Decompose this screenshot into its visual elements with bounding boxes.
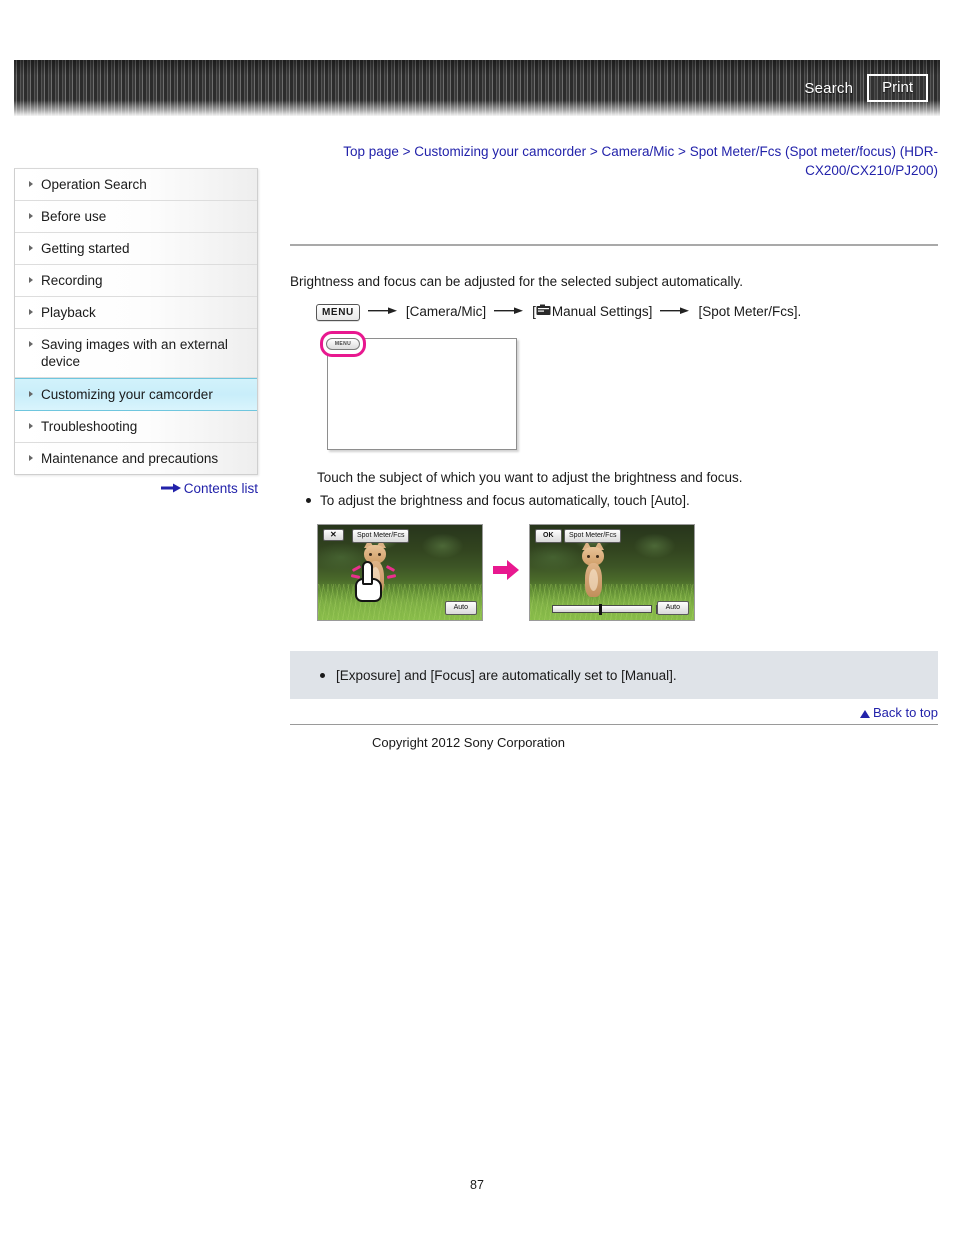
menu-step-camera-mic: [Camera/Mic] bbox=[405, 304, 487, 319]
cat-eye-right bbox=[596, 555, 599, 558]
back-to-top-link[interactable]: Back to top bbox=[873, 705, 938, 720]
cat-eye-left bbox=[587, 555, 590, 558]
footer-divider bbox=[290, 724, 938, 725]
sidebar-item-label: Getting started bbox=[41, 241, 130, 256]
spot-meter-fcs-label: Spot Meter/Fcs bbox=[352, 529, 410, 543]
chevron-right-icon bbox=[29, 423, 33, 429]
chevron-right-icon bbox=[29, 391, 33, 397]
auto-bullet: To adjust the brightness and focus autom… bbox=[304, 491, 938, 510]
arrow-right-icon bbox=[367, 302, 398, 322]
note-box: [Exposure] and [Focus] are automatically… bbox=[290, 651, 938, 699]
sidebar-item-getting-started[interactable]: Getting started bbox=[15, 233, 257, 265]
sidebar-item-playback[interactable]: Playback bbox=[15, 297, 257, 329]
cat-eye-right bbox=[378, 553, 381, 556]
main-content: Brightness and focus can be adjusted for… bbox=[290, 200, 938, 750]
chevron-right-icon bbox=[29, 181, 33, 187]
menu-path-line: MENU [Camera/Mic] [ Manual Settings] [Sp… bbox=[316, 302, 938, 322]
arrow-right-icon bbox=[494, 302, 524, 322]
slider-knob[interactable] bbox=[599, 604, 602, 615]
cat-figure bbox=[582, 541, 604, 599]
sidebar-item-troubleshooting[interactable]: Troubleshooting bbox=[15, 411, 257, 443]
print-button[interactable]: Print bbox=[867, 74, 928, 102]
exposure-slider[interactable] bbox=[552, 604, 652, 615]
sidebar-item-saving-images[interactable]: Saving images with an external device bbox=[15, 329, 257, 378]
close-icon[interactable]: ✕ bbox=[323, 529, 344, 541]
page-number: 87 bbox=[470, 1178, 484, 1192]
sidebar-item-label: Customizing your camcorder bbox=[41, 387, 213, 402]
menu-badge-icon: MENU bbox=[316, 303, 360, 321]
chevron-right-icon bbox=[29, 277, 33, 283]
sample-screen-after: OK Spot Meter/Fcs Auto bbox=[529, 524, 695, 621]
chevron-right-icon bbox=[29, 245, 33, 251]
breadcrumb: Top page > Customizing your camcorder > … bbox=[290, 142, 938, 180]
auto-button[interactable]: Auto bbox=[656, 601, 689, 615]
cat-eye-left bbox=[369, 553, 372, 556]
triangle-up-icon bbox=[859, 710, 870, 718]
menu-step-manual-settings: Manual Settings] bbox=[551, 304, 653, 319]
breadcrumb-separator: > bbox=[678, 144, 686, 159]
back-to-top-wrap: Back to top bbox=[290, 705, 938, 720]
search-link[interactable]: Search bbox=[804, 80, 853, 97]
sample-screens: ✕ Spot Meter/Fcs Auto OK Spot Meter/Fcs … bbox=[317, 524, 938, 621]
header-banner: Search Print bbox=[14, 60, 940, 116]
right-arrow-icon bbox=[160, 481, 181, 496]
sidebar-item-label: Maintenance and precautions bbox=[41, 451, 219, 466]
lead-paragraph: Brightness and focus can be adjusted for… bbox=[290, 274, 744, 289]
sidebar-item-label: Before use bbox=[41, 209, 107, 224]
breadcrumb-separator: > bbox=[589, 144, 598, 159]
spot-meter-fcs-label: Spot Meter/Fcs bbox=[564, 529, 622, 543]
breadcrumb-item-customizing[interactable]: Customizing your camcorder bbox=[414, 144, 586, 159]
hand-finger bbox=[362, 561, 373, 585]
sidebar-item-maintenance[interactable]: Maintenance and precautions bbox=[15, 443, 257, 474]
breadcrumb-item-top-page[interactable]: Top page bbox=[343, 144, 399, 159]
chevron-right-icon bbox=[29, 455, 33, 461]
sidebar-item-recording[interactable]: Recording bbox=[15, 265, 257, 297]
sidebar-nav: Operation Search Before use Getting star… bbox=[14, 168, 258, 475]
auto-button[interactable]: Auto bbox=[444, 601, 477, 615]
chevron-right-icon bbox=[29, 309, 33, 315]
sidebar-item-customizing-your-camcorder[interactable]: Customizing your camcorder bbox=[15, 378, 257, 411]
ok-button[interactable]: OK bbox=[535, 529, 562, 543]
header-actions: Search Print bbox=[804, 74, 928, 102]
breadcrumb-separator: > bbox=[402, 144, 411, 159]
copyright-text: Copyright 2012 Sony Corporation bbox=[372, 735, 565, 750]
menu-step-spot-meter-fcs: [Spot Meter/Fcs]. bbox=[698, 304, 802, 319]
sidebar-item-label: Operation Search bbox=[41, 177, 147, 192]
pink-arrow-icon bbox=[493, 559, 519, 586]
note-text: [Exposure] and [Focus] are automatically… bbox=[320, 666, 677, 685]
sidebar-item-label: Saving images with an external device bbox=[41, 337, 228, 369]
arrow-right-icon bbox=[660, 302, 690, 322]
contents-list-link-wrap: Contents list bbox=[14, 480, 258, 496]
content-divider bbox=[290, 244, 938, 246]
screen-illustration: MENU bbox=[320, 331, 517, 450]
menu-button-highlight: MENU bbox=[320, 331, 366, 357]
breadcrumb-item-current-page[interactable]: Spot Meter/Fcs (Spot meter/focus) (HDR-C… bbox=[690, 144, 938, 178]
sidebar-item-label: Recording bbox=[41, 273, 103, 288]
manual-settings-icon bbox=[536, 302, 551, 322]
sidebar-item-label: Troubleshooting bbox=[41, 419, 138, 434]
contents-list-link[interactable]: Contents list bbox=[184, 481, 258, 496]
screen-menu-button[interactable]: MENU bbox=[326, 338, 360, 350]
chevron-right-icon bbox=[29, 213, 33, 219]
sample-screen-before: ✕ Spot Meter/Fcs Auto bbox=[317, 524, 483, 621]
sidebar-item-before-use[interactable]: Before use bbox=[15, 201, 257, 233]
cat-chest bbox=[589, 569, 598, 591]
chevron-right-icon bbox=[29, 341, 33, 347]
sidebar-item-operation-search[interactable]: Operation Search bbox=[15, 169, 257, 201]
breadcrumb-item-camera-mic[interactable]: Camera/Mic bbox=[602, 144, 675, 159]
touch-instruction: Touch the subject of which you want to a… bbox=[317, 470, 743, 485]
sidebar-item-label: Playback bbox=[41, 305, 96, 320]
touch-hand-icon bbox=[355, 561, 385, 603]
